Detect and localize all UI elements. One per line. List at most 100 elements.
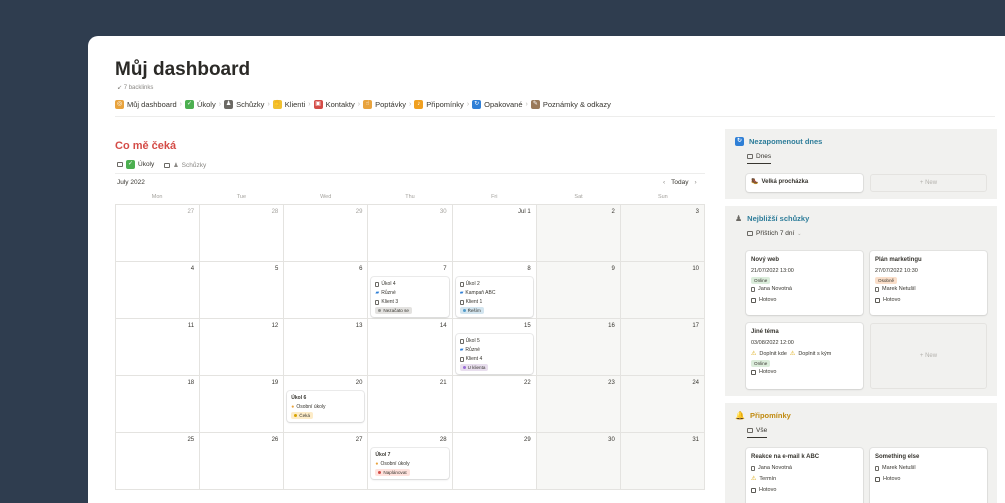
day-number: 2 [611, 209, 615, 215]
calendar-day[interactable]: 31 [620, 433, 705, 490]
calendar-day[interactable]: 30 [368, 205, 453, 262]
calendar-day[interactable]: 28 [200, 205, 285, 262]
calendar-day[interactable]: 25 [116, 433, 201, 490]
nav-link[interactable]: ☝ Poptávky [363, 100, 406, 109]
calendar-day[interactable]: 22 [452, 376, 537, 433]
warn-label: Termín [759, 476, 777, 482]
event-client-row: Klient 4 [459, 355, 529, 364]
nav-link[interactable]: ✎ Poznámky & odkazy [530, 100, 611, 109]
calendar-day[interactable]: 15 Úkol 5 ▰ Různé Klient 4U klienta [452, 319, 537, 376]
panel-title: Připomínky [749, 411, 791, 420]
card-person: Marek Netušil [882, 286, 916, 292]
event-status-row: Nezačato se [375, 307, 444, 314]
tab-schuzky[interactable]: ♟ Schůzky [164, 160, 206, 174]
calendar-day[interactable]: 29 [284, 205, 369, 262]
nav-link-label: Poznámky & odkazy [542, 100, 611, 109]
calendar-day[interactable]: 8 Úkol 2 ▰ Kampaň ABC Klient 1 Řeším [452, 262, 537, 319]
calendar-day[interactable]: 2 [536, 205, 621, 262]
chevron-left-icon[interactable]: ‹ [663, 179, 665, 186]
calendar-day[interactable]: 16 [536, 319, 621, 376]
calendar-day[interactable]: 23 [536, 376, 621, 433]
day-number: 19 [271, 380, 279, 386]
event-card[interactable]: Úkol 2 ▰ Kampaň ABC Klient 1 Řeším [455, 277, 533, 317]
checkbox[interactable] [875, 298, 880, 303]
tab-ukoly[interactable]: ✓ Úkoly [117, 160, 155, 174]
calendar-day[interactable]: 7 Úkol 4 ▰ Různé Klient 3 Nezačato se [368, 262, 453, 319]
calendar-day[interactable]: 30 [536, 433, 621, 490]
calendar-day[interactable]: 24 [620, 376, 705, 433]
meeting-card[interactable]: Plán marketingu 27/07/2022 10:30 Osobně … [870, 251, 987, 315]
calendar-day[interactable]: 20 Úkol 6 ● Osobní úkoly Čeká [284, 376, 369, 433]
weekday-label: Fri [491, 194, 498, 200]
calendar-day[interactable]: 14 [368, 319, 453, 376]
checkbox[interactable] [751, 298, 756, 303]
status-dot [378, 471, 382, 474]
view-tab-dnes[interactable]: Dnes [747, 153, 772, 164]
calendar-day[interactable]: 4 [116, 262, 201, 319]
calendar-day[interactable]: 10 [620, 262, 705, 319]
nav-link[interactable]: ♟ Schůzky [224, 100, 264, 109]
new-button[interactable]: + New [870, 323, 987, 389]
tab-label: Úkoly [138, 161, 155, 168]
calendar-view-icon [164, 162, 171, 168]
backlinks-link[interactable]: ↙ 7 backlinks [117, 84, 153, 91]
today-button[interactable]: Today [671, 179, 688, 186]
page-icon [459, 300, 464, 305]
checkbox[interactable] [751, 370, 756, 375]
event-client-row: Klient 1 [459, 298, 529, 307]
calendar-day[interactable]: 9 [536, 262, 621, 319]
target-icon: ◎ [115, 100, 124, 109]
nav-link[interactable]: ♪ Připomínky [414, 100, 464, 109]
event-client-row: Klient 3 [375, 298, 444, 307]
calendar-day[interactable]: 5 [200, 262, 285, 319]
calendar-day[interactable]: 21 [368, 376, 453, 433]
chevron-right-icon[interactable]: › [695, 179, 697, 186]
warn-label: Doplnit kde [759, 351, 787, 357]
calendar-day[interactable]: 27 [284, 433, 369, 490]
event-category: Kampaň ABC [465, 290, 496, 296]
done-label: Hotovo [759, 487, 777, 493]
reminder-card[interactable]: 🥾 Velká procházka [746, 174, 863, 192]
event-card[interactable]: Úkol 7 ● Osobní úkoly Naplánovat [371, 448, 449, 479]
meeting-card[interactable]: Nový web 21/07/2022 13:00 Online Jana No… [746, 251, 863, 315]
view-tab-vse[interactable]: Vše [747, 427, 768, 438]
event-status-row: Řeším [459, 307, 529, 314]
calendar-day[interactable]: 17 [620, 319, 705, 376]
nav-link[interactable]: ▣ Kontakty [313, 100, 355, 109]
event-card[interactable]: Úkol 5 ▰ Různé Klient 4U klienta [455, 334, 533, 374]
day-number: Jul 1 [518, 209, 531, 215]
event-category: Různé [381, 290, 396, 296]
checkbox[interactable] [875, 477, 880, 482]
calendar-day[interactable]: Jul 1 [452, 205, 537, 262]
nav-link[interactable]: ✋ Klienti [272, 100, 305, 109]
nav-link[interactable]: ✓ Úkoly [184, 100, 216, 109]
calendar-day[interactable]: 28 Úkol 7 ● Osobní úkoly Naplánovat [368, 433, 453, 490]
warning-icon: ⚠ [789, 351, 796, 357]
breadcrumb-separator: › [466, 101, 470, 108]
new-button[interactable]: + New [870, 174, 987, 192]
breadcrumb-separator: › [179, 101, 182, 108]
day-number: 3 [695, 209, 699, 215]
calendar-day[interactable]: 29 [452, 433, 537, 490]
calendar-day[interactable]: 6 [284, 262, 369, 319]
reminder-card[interactable]: Reakce na e-mail k ABC Jana Novotná ⚠ Ter… [746, 448, 863, 503]
nav-link[interactable]: ↻ Opakované [472, 100, 523, 109]
event-card[interactable]: Úkol 6 ● Osobní úkoly Čeká [287, 391, 365, 422]
checkbox[interactable] [751, 488, 756, 493]
contact-card-icon: ▣ [313, 100, 323, 109]
calendar-day[interactable]: 26 [200, 433, 285, 490]
view-tab-7dni[interactable]: Příštích 7 dní ⌄ [747, 230, 802, 240]
calendar-day[interactable]: 12 [200, 319, 285, 376]
calendar-day[interactable]: 18 [116, 376, 201, 433]
nav-link[interactable]: ◎ Můj dashboard [115, 100, 177, 109]
breadcrumb-separator: › [525, 101, 528, 108]
meeting-card[interactable]: Jiné téma 03/08/2022 12:00 ⚠ Doplnit kde ⚠… [746, 323, 863, 389]
calendar-day[interactable]: 3 [620, 205, 705, 262]
calendar-day[interactable]: 19 [200, 376, 285, 433]
card-title: Jiné téma [751, 329, 779, 335]
reminder-card[interactable]: Something else Marek Netušil Hotovo [870, 448, 987, 503]
calendar-day[interactable]: 11 [116, 319, 201, 376]
calendar-day[interactable]: 13 [284, 319, 369, 376]
event-card[interactable]: Úkol 4 ▰ Různé Klient 3 Nezačato se [371, 277, 449, 317]
calendar-day[interactable]: 27 [116, 205, 201, 262]
